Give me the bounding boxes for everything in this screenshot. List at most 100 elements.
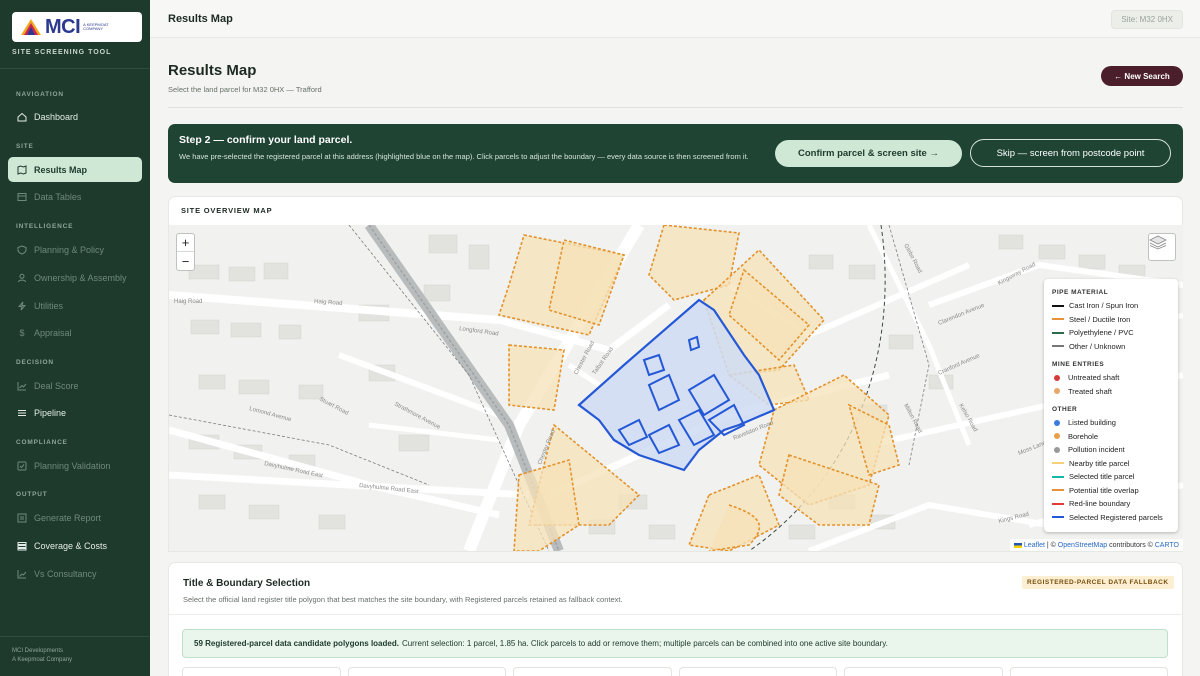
- confirm-parcel-button[interactable]: Confirm parcel & screen site →: [775, 140, 962, 167]
- check-icon: [17, 461, 27, 471]
- legend-swatch: [1054, 433, 1060, 440]
- legend-item: Other / Unknown: [1052, 340, 1170, 354]
- legend-label: Steel / Ductile Iron: [1069, 314, 1131, 324]
- zoom-in-button[interactable]: +: [177, 234, 194, 252]
- site-map[interactable]: Haig Road Haig Road Longford Road Lomond…: [169, 225, 1183, 551]
- layers-button[interactable]: [1148, 233, 1176, 261]
- street-label: Kingsway Road: [997, 262, 1037, 287]
- map-canvas[interactable]: Haig Road Haig Road Longford Road Lomond…: [169, 225, 1183, 551]
- title-selection-heading: Title & Boundary Selection: [183, 578, 311, 589]
- parcel-card[interactable]: [182, 667, 341, 676]
- shield-icon: [17, 244, 27, 255]
- parcel-card[interactable]: [513, 667, 672, 676]
- chart-icon: [17, 381, 27, 391]
- sidebar-item-pipeline[interactable]: Pipeline: [8, 400, 142, 425]
- footer-company: MCI Developments: [12, 648, 64, 654]
- candidate-notice: 59 Registered-parcel data candidate poly…: [182, 629, 1168, 658]
- user-icon: [17, 273, 27, 283]
- legend-heading: OTHER: [1052, 406, 1078, 413]
- sidebar-item-label: Generate Report: [34, 512, 102, 523]
- legend-label: Potential title overlap: [1069, 485, 1139, 495]
- skip-button[interactable]: Skip — screen from postcode point: [970, 139, 1171, 167]
- sidebar-item-planning-validation[interactable]: Planning Validation: [8, 453, 142, 478]
- notice-count: 59 Registered-parcel data candidate poly…: [194, 639, 399, 648]
- sidebar-item-label: Coverage & Costs: [34, 540, 108, 551]
- parcel-card[interactable]: [1009, 667, 1168, 676]
- site-pill: Site: M32 0HX: [1111, 10, 1183, 29]
- parcel-card[interactable]: [347, 667, 506, 676]
- leaflet-link[interactable]: Leaflet: [1024, 542, 1045, 549]
- page-subtitle: Select the land parcel for M32 0HX — Tra…: [168, 85, 322, 94]
- notice-detail: Current selection: 1 parcel, 1.85 ha. Cl…: [401, 639, 888, 648]
- legend-item: Polyethylene / PVC: [1052, 326, 1170, 340]
- attribution-contrib: contributors ©: [1107, 541, 1155, 549]
- document-icon: [17, 513, 27, 523]
- sidebar-item-appraisal[interactable]: $ Appraisal: [8, 320, 142, 345]
- parcel-card[interactable]: [844, 667, 1003, 676]
- map-icon: [17, 164, 27, 175]
- sidebar-item-deal-score[interactable]: Deal Score: [8, 373, 142, 398]
- sidebar-item-planning-policy[interactable]: Planning & Policy: [8, 237, 142, 262]
- map-attribution: Leaflet | © OpenStreetMap contributors ©…: [1009, 539, 1183, 551]
- tool-name: SITE SCREENING TOOL: [12, 49, 112, 56]
- legend-swatch: [1052, 304, 1064, 307]
- legend-swatch: [1052, 475, 1064, 478]
- sidebar-divider: [0, 68, 150, 69]
- section-compliance: COMPLIANCE: [16, 439, 68, 446]
- street-label: Clarendon Avenue: [938, 303, 987, 327]
- section-decision: DECISION: [16, 359, 54, 366]
- legend-swatch: [1052, 345, 1064, 348]
- sidebar-item-coverage-costs[interactable]: Coverage & Costs: [8, 533, 142, 558]
- title-selection-description: Select the official land register title …: [183, 595, 623, 604]
- sidebar-item-utilities[interactable]: Utilities: [8, 293, 142, 318]
- page-title: Results Map: [168, 62, 257, 79]
- legend-swatch: [1052, 318, 1064, 321]
- logo[interactable]: MCI A Keepmoat Company: [12, 12, 142, 42]
- sidebar-item-label: Vs Consultancy: [34, 568, 97, 579]
- legend-swatch: [1052, 516, 1064, 519]
- topbar-title: Results Map: [168, 13, 233, 25]
- legend-item: Listed building: [1052, 416, 1170, 430]
- sidebar-item-label: Appraisal: [34, 327, 72, 338]
- osm-link[interactable]: OpenStreetMap: [1058, 542, 1107, 549]
- legend-label: Red-line boundary: [1069, 499, 1131, 509]
- street-label: Milton Road: [902, 403, 922, 434]
- legend-label: Treated shaft: [1068, 386, 1112, 396]
- street-label: Haig Road: [174, 299, 202, 305]
- footer-parent: A Keepmoat Company: [12, 657, 73, 663]
- carto-link[interactable]: CARTO: [1155, 542, 1179, 549]
- legend-label: Other / Unknown: [1069, 341, 1126, 351]
- sidebar-item-data-tables[interactable]: Data Tables: [8, 184, 142, 209]
- parcel-card[interactable]: [678, 667, 837, 676]
- legend-item: Pollution incident: [1052, 443, 1170, 457]
- logo-mark-icon: [20, 18, 42, 36]
- list-icon: [17, 408, 27, 418]
- sidebar-item-label: Pipeline: [34, 407, 67, 418]
- sidebar-item-ownership[interactable]: Ownership & Assembly: [8, 265, 142, 290]
- legend-swatch: [1052, 331, 1064, 334]
- map-card-title: SITE OVERVIEW MAP: [181, 206, 273, 215]
- header-divider: [168, 107, 1183, 108]
- sidebar-item-label: Ownership & Assembly: [34, 272, 127, 283]
- legend-label: Borehole: [1068, 431, 1099, 441]
- legend-label: Selected title parcel: [1069, 472, 1135, 482]
- street-label: Lomond Avenue: [248, 406, 292, 423]
- sidebar-item-results-map[interactable]: Results Map: [8, 157, 142, 182]
- legend-item: Selected Registered parcels: [1052, 511, 1170, 525]
- sidebar-item-vs-consultancy[interactable]: Vs Consultancy: [8, 561, 142, 586]
- legend-label: Nearby title parcel: [1069, 458, 1130, 468]
- table-icon: [17, 192, 27, 202]
- sidebar-item-dashboard[interactable]: Dashboard: [8, 104, 142, 129]
- sidebar-item-generate-report[interactable]: Generate Report: [8, 505, 142, 530]
- legend-swatch: [1052, 502, 1064, 505]
- legend-label: Listed building: [1068, 418, 1116, 428]
- section-intelligence: INTELLIGENCE: [16, 223, 74, 230]
- legend-swatch: [1052, 489, 1064, 492]
- legend-item: Cast Iron / Spun Iron: [1052, 299, 1170, 313]
- new-search-button[interactable]: ← New Search: [1101, 66, 1183, 86]
- legend-item: Treated shaft: [1052, 385, 1170, 399]
- ukraine-flag-icon: [1013, 542, 1022, 548]
- zoom-out-button[interactable]: −: [177, 252, 194, 270]
- sidebar-item-label: Dashboard: [34, 111, 79, 122]
- fallback-badge: REGISTERED-PARCEL DATA FALLBACK: [1022, 576, 1174, 589]
